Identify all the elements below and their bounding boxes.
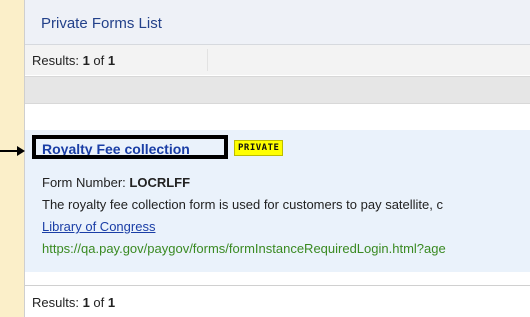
private-badge: PRIVATE [234, 140, 284, 156]
header-band [25, 76, 530, 104]
results-summary-top: Results: 1 of 1 [25, 45, 530, 75]
results-count-bottom: Results: 1 of 1 [32, 295, 116, 310]
results-summary-bottom: Results: 1 of 1 [25, 285, 530, 317]
agency-link[interactable]: Library of Congress [42, 219, 155, 234]
results-count-top: Results: 1 of 1 [32, 53, 116, 68]
title-bar: Private Forms List [25, 0, 530, 45]
column-divider [207, 49, 208, 71]
form-number: Form Number: LOCRLFF [42, 175, 191, 190]
private-forms-panel: Private Forms List Results: 1 of 1 Royal… [24, 0, 530, 317]
form-url: https://qa.pay.gov/paygov/forms/formInst… [42, 241, 446, 256]
arrow-right-icon [0, 146, 25, 156]
page-title: Private Forms List [41, 15, 162, 32]
highlight-box [32, 135, 228, 159]
form-description: The royalty fee collection form is used … [42, 197, 444, 212]
